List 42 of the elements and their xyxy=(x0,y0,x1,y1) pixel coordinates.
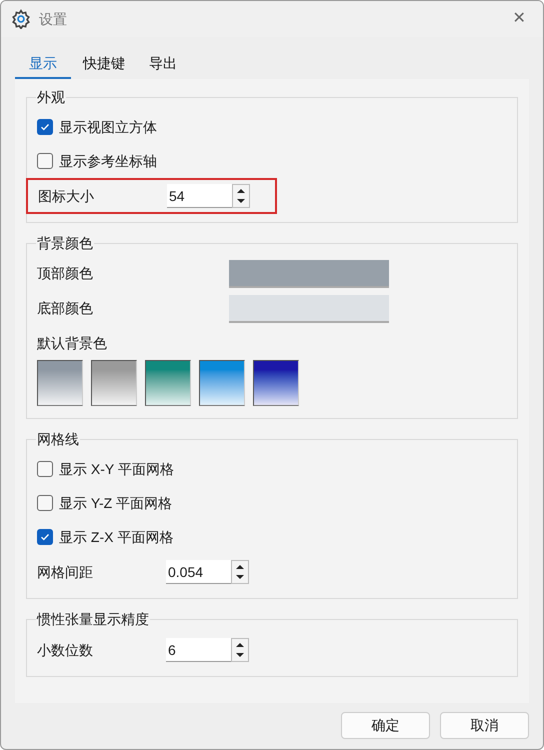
checkbox[interactable] xyxy=(37,153,53,169)
group-title: 惯性张量显示精度 xyxy=(36,610,150,629)
group-title: 网格线 xyxy=(36,430,80,449)
checkbox[interactable] xyxy=(37,495,53,511)
gradient-swatch[interactable] xyxy=(145,360,191,406)
gradient-swatch[interactable] xyxy=(37,360,83,406)
number-field[interactable]: 0.054 xyxy=(166,560,231,584)
number-field[interactable]: 54 xyxy=(167,184,232,208)
field-label: 小数位数 xyxy=(37,640,94,660)
color-button[interactable] xyxy=(229,294,389,322)
tab[interactable]: 快捷键 xyxy=(71,49,137,79)
field-label: 顶部颜色 xyxy=(37,264,94,283)
gradient-swatch[interactable] xyxy=(253,360,299,406)
checkbox-label: 显示参考坐标轴 xyxy=(59,152,157,170)
spin-buttons[interactable] xyxy=(232,184,250,208)
dialog-button[interactable]: 确定 xyxy=(341,712,430,739)
checkbox-label: 显示视图立方体 xyxy=(59,118,157,136)
group-title: 外观 xyxy=(36,88,66,107)
checkbox[interactable] xyxy=(37,461,53,477)
spin-buttons[interactable] xyxy=(231,638,249,662)
checkbox[interactable] xyxy=(37,529,53,545)
check-icon xyxy=(40,122,50,132)
checkbox-label: 显示 X-Y 平面网格 xyxy=(59,460,174,478)
group-title: 背景颜色 xyxy=(36,234,94,253)
spin-buttons[interactable] xyxy=(231,560,249,584)
dialog-button[interactable]: 取消 xyxy=(440,712,529,739)
checkbox-label: 显示 Y-Z 平面网格 xyxy=(59,494,172,512)
settings-icon xyxy=(11,9,31,29)
color-button[interactable] xyxy=(229,260,389,288)
number-field[interactable]: 6 xyxy=(166,638,231,662)
window-title: 设置 xyxy=(39,10,67,28)
close-button[interactable]: ✕ xyxy=(505,5,533,33)
field-label: 默认背景色 xyxy=(37,334,108,353)
checkbox-label: 显示 Z-X 平面网格 xyxy=(59,528,174,546)
gradient-swatch[interactable] xyxy=(199,360,245,406)
field-label: 底部颜色 xyxy=(37,299,94,318)
field-label: 图标大小 xyxy=(38,186,95,206)
gradient-swatch[interactable] xyxy=(91,360,137,406)
checkbox[interactable] xyxy=(37,119,53,135)
tab[interactable]: 导出 xyxy=(137,49,189,79)
check-icon xyxy=(40,532,50,542)
field-label: 网格间距 xyxy=(37,562,94,582)
